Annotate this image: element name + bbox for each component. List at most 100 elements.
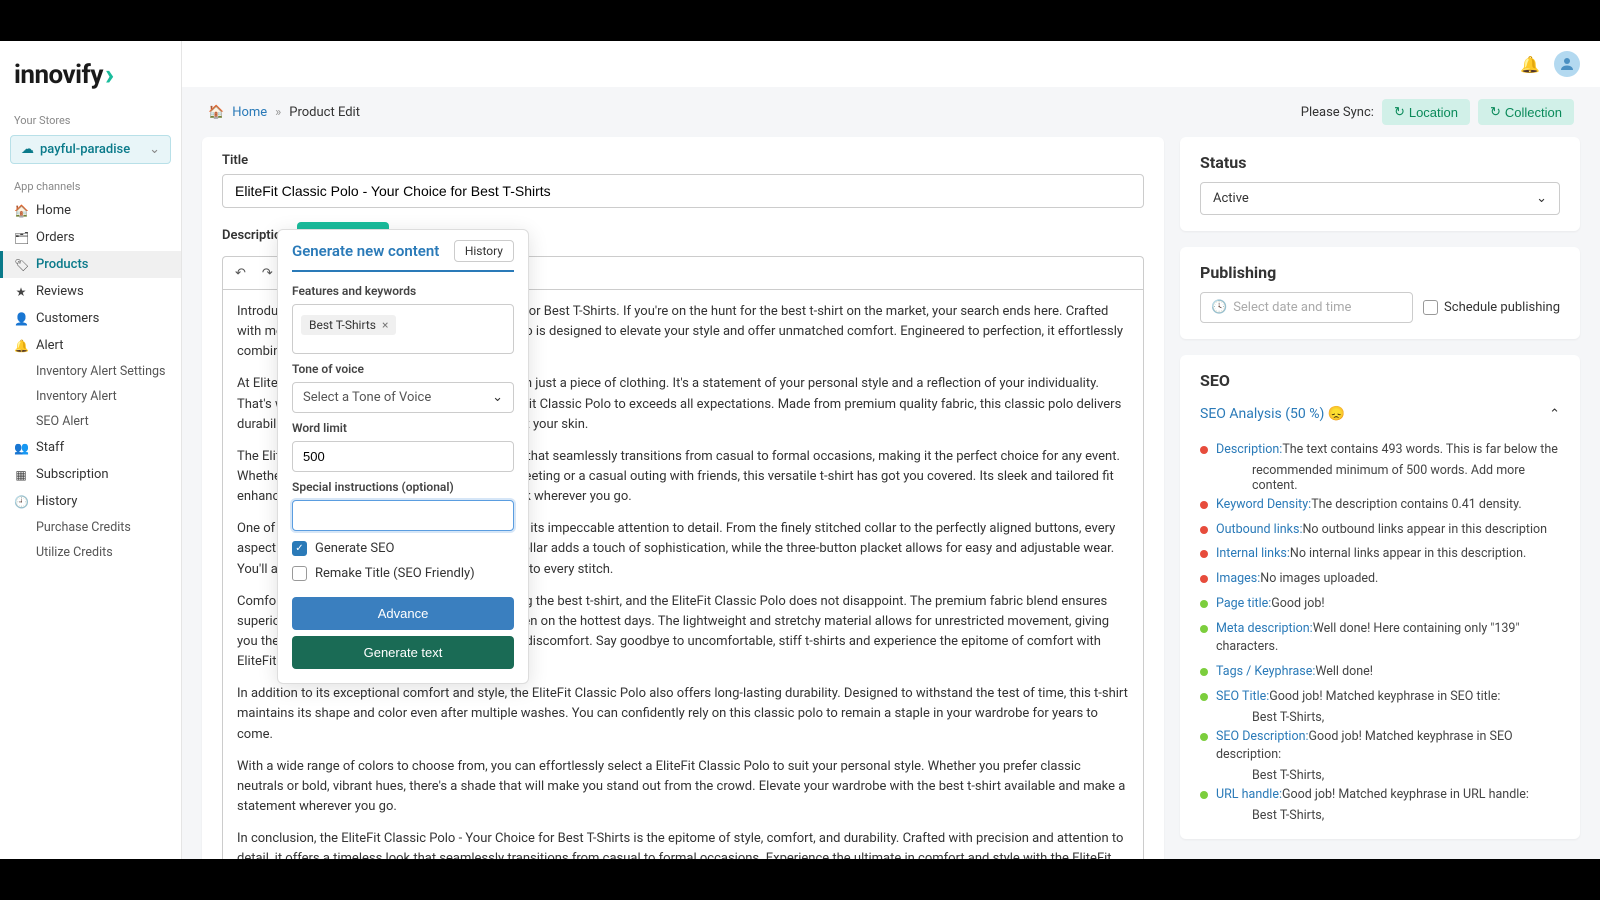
generate-seo-checkbox[interactable]: ✓ [292,541,307,556]
tone-select[interactable]: Select a Tone of Voice⌄ [292,382,514,413]
brand-logo: innovify› [0,51,181,108]
word-limit-input[interactable] [292,441,514,472]
seo-item: URL handle:Good job! Matched keyphrase i… [1200,783,1560,808]
notification-bell-icon[interactable]: 🔔 [1520,55,1540,74]
seo-item: SEO Description:Good job! Matched keyphr… [1200,725,1560,769]
sidebar-item-staff[interactable]: 👥Staff [0,434,181,461]
topbar: 🔔 [182,41,1600,87]
special-instructions-input[interactable] [292,500,514,531]
seo-title: SEO [1200,371,1560,390]
generate-popover: Generate new content History Features an… [277,229,529,684]
status-dot-icon [1200,625,1208,633]
remake-title-checkbox[interactable] [292,566,307,581]
store-selector[interactable]: ☁ payful-paradise ⌄ [10,135,171,164]
schedule-label: Schedule publishing [1444,300,1560,315]
bottom-black-bar [0,859,1600,900]
sidebar-subitem[interactable]: Inventory Alert Settings [0,359,181,384]
description-paragraph: With a wide range of colors to choose fr… [237,757,1129,817]
seo-item: Meta description:Well done! Here contain… [1200,617,1560,661]
breadcrumb: 🏠 Home » Product Edit [208,105,360,120]
home-icon: 🏠 [208,105,224,120]
seo-item-sub: Best T-Shirts, [1200,710,1560,725]
sync-collection-button[interactable]: ↻Collection [1478,99,1574,125]
status-dot-icon [1200,791,1208,799]
sidebar-item-alert[interactable]: 🔔Alert [0,332,181,359]
features-label: Features and keywords [292,284,514,298]
special-label: Special instructions (optional) [292,480,514,494]
sidebar-subitem[interactable]: Inventory Alert [0,384,181,409]
subscription-icon: ▦ [14,468,28,482]
title-label: Title [222,153,1144,168]
description-paragraph: In conclusion, the EliteFit Classic Polo… [237,829,1129,859]
stores-label: Your Stores [0,108,181,131]
sidebar-item-orders[interactable]: 🗂Orders [0,224,181,251]
sync-label: Please Sync: [1301,105,1374,120]
store-icon: ☁ [21,142,34,157]
seo-item-sub: Best T-Shirts, [1200,768,1560,783]
title-input[interactable] [222,174,1144,208]
chevron-down-icon: ⌄ [492,390,503,405]
sidebar-subitem[interactable]: Utilize Credits [0,540,181,565]
seo-item-sub: recommended minimum of 500 words. Add mo… [1200,463,1560,493]
seo-item: Keyword Density:The description contains… [1200,493,1560,518]
seo-item: Internal links:No internal links appear … [1200,542,1560,567]
channels-label: App channels [0,174,181,197]
home-icon: 🏠 [14,204,28,218]
tone-label: Tone of voice [292,362,514,376]
sidebar-subitem[interactable]: Purchase Credits [0,515,181,540]
generate-seo-label: Generate SEO [315,541,394,556]
status-dot-icon [1200,600,1208,608]
schedule-checkbox[interactable] [1423,300,1438,315]
remove-tag-icon[interactable]: × [382,318,388,332]
top-black-bar [0,0,1600,41]
seo-item: Outbound links:No outbound links appear … [1200,518,1560,543]
publishing-title: Publishing [1200,263,1560,282]
word-limit-label: Word limit [292,421,514,435]
orders-icon: 🗂 [14,231,28,245]
refresh-icon: ↻ [1394,104,1405,120]
seo-item: Page title:Good job! [1200,592,1560,617]
status-dot-icon [1200,575,1208,583]
reviews-icon: ★ [14,285,28,299]
sidebar-item-history[interactable]: 🕘History [0,488,181,515]
seo-analysis-toggle[interactable]: SEO Analysis (50 %) 😞 ⌃ [1200,400,1560,428]
seo-card: SEO SEO Analysis (50 %) 😞 ⌃ Description:… [1180,355,1580,839]
undo-icon[interactable]: ↶ [231,264,250,283]
status-title: Status [1200,153,1560,172]
alert-icon: 🔔 [14,339,28,353]
generate-text-button[interactable]: Generate text [292,636,514,669]
chevron-up-icon: ⌃ [1549,407,1560,422]
sidebar-item-products[interactable]: 🏷Products [0,251,181,278]
keyword-tag: Best T-Shirts × [301,315,396,335]
sidebar: innovify› Your Stores ☁ payful-paradise … [0,41,182,859]
advance-button[interactable]: Advance [292,597,514,630]
publish-date-input[interactable]: 🕓 Select date and time [1200,292,1413,323]
status-dot-icon [1200,693,1208,701]
seo-item-sub: Best T-Shirts, [1200,808,1560,823]
sync-location-button[interactable]: ↻Location [1382,99,1470,125]
clock-icon: 🕓 [1211,300,1227,315]
breadcrumb-home[interactable]: Home [232,105,267,120]
logo-chevron-icon: › [105,57,114,92]
sidebar-subitem[interactable]: SEO Alert [0,409,181,434]
sidebar-item-customers[interactable]: 👤Customers [0,305,181,332]
refresh-icon: ↻ [1490,104,1501,120]
user-avatar[interactable] [1554,51,1580,77]
redo-icon[interactable]: ↷ [258,264,277,283]
sidebar-item-home[interactable]: 🏠Home [0,197,181,224]
sidebar-item-subscription[interactable]: ▦Subscription [0,461,181,488]
keywords-input[interactable]: Best T-Shirts × [292,304,514,354]
sidebar-item-reviews[interactable]: ★Reviews [0,278,181,305]
product-edit-card: Title Description Generate ▾ ↶ ↷ P ▭▾ ≡•… [202,137,1164,859]
status-select[interactable]: Active⌄ [1200,182,1560,215]
popover-title: Generate new content [292,242,439,260]
breadcrumb-current: Product Edit [289,105,360,120]
remake-title-label: Remake Title (SEO Friendly) [315,566,475,581]
staff-icon: 👥 [14,441,28,455]
sad-face-icon: 😞 [1328,406,1345,422]
status-dot-icon [1200,668,1208,676]
history-tab[interactable]: History [454,240,514,262]
status-card: Status Active⌄ [1180,137,1580,231]
customers-icon: 👤 [14,312,28,326]
description-paragraph: In addition to its exceptional comfort a… [237,684,1129,744]
